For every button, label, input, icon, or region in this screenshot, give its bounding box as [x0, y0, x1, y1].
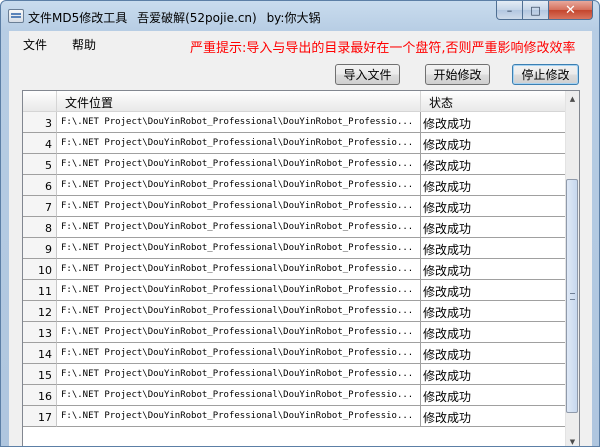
row-status[interactable]: 修改成功: [421, 301, 568, 322]
table-row[interactable]: 5 F:\.NET Project\DouYinRobot_Professiona…: [23, 154, 568, 175]
row-status[interactable]: 修改成功: [421, 175, 568, 196]
window-controls: – □ ✕: [496, 1, 593, 21]
row-index[interactable]: 7: [23, 196, 57, 217]
title-site: 吾爱破解(52pojie.cn): [137, 11, 257, 25]
minimize-button[interactable]: –: [496, 1, 523, 20]
row-index[interactable]: 5: [23, 154, 57, 175]
table-body: 3 F:\.NET Project\DouYinRobot_Professiona…: [23, 112, 568, 427]
title-bar[interactable]: 文件MD5修改工具 吾爱破解(52pojie.cn) by:你大锅 – □ ✕: [1, 1, 599, 31]
row-path[interactable]: F:\.NET Project\DouYinRobot_Professional…: [57, 112, 421, 133]
row-index[interactable]: 14: [23, 343, 57, 364]
row-status[interactable]: 修改成功: [421, 154, 568, 175]
row-path[interactable]: F:\.NET Project\DouYinRobot_Professional…: [57, 322, 421, 343]
table-row[interactable]: 11 F:\.NET Project\DouYinRobot_Profession…: [23, 280, 568, 301]
row-index[interactable]: 8: [23, 217, 57, 238]
row-index[interactable]: 12: [23, 301, 57, 322]
table-row[interactable]: 7 F:\.NET Project\DouYinRobot_Professiona…: [23, 196, 568, 217]
row-index[interactable]: 10: [23, 259, 57, 280]
row-path[interactable]: F:\.NET Project\DouYinRobot_Professional…: [57, 133, 421, 154]
row-path[interactable]: F:\.NET Project\DouYinRobot_Professional…: [57, 406, 421, 427]
row-index[interactable]: 16: [23, 385, 57, 406]
table-row[interactable]: 16 F:\.NET Project\DouYinRobot_Profession…: [23, 385, 568, 406]
column-header-status[interactable]: 状态: [421, 91, 568, 111]
scroll-up-arrow-icon[interactable]: ▲: [566, 91, 579, 106]
menu-file[interactable]: 文件: [9, 31, 58, 55]
maximize-button[interactable]: □: [523, 1, 549, 20]
close-button[interactable]: ✕: [549, 1, 593, 20]
row-path[interactable]: F:\.NET Project\DouYinRobot_Professional…: [57, 154, 421, 175]
row-status[interactable]: 修改成功: [421, 112, 568, 133]
row-index[interactable]: 4: [23, 133, 57, 154]
row-index[interactable]: 15: [23, 364, 57, 385]
table-row[interactable]: 15 F:\.NET Project\DouYinRobot_Profession…: [23, 364, 568, 385]
window-title: 文件MD5修改工具 吾爱破解(52pojie.cn) by:你大锅: [28, 9, 326, 26]
scrollbar-thumb[interactable]: [566, 179, 578, 413]
table-row[interactable]: 3 F:\.NET Project\DouYinRobot_Professiona…: [23, 112, 568, 133]
vertical-scrollbar[interactable]: ▲ ▼: [565, 91, 579, 446]
row-status[interactable]: 修改成功: [421, 343, 568, 364]
row-status[interactable]: 修改成功: [421, 322, 568, 343]
row-path[interactable]: F:\.NET Project\DouYinRobot_Professional…: [57, 280, 421, 301]
row-status[interactable]: 修改成功: [421, 238, 568, 259]
table-row[interactable]: 9 F:\.NET Project\DouYinRobot_Professiona…: [23, 238, 568, 259]
row-index[interactable]: 9: [23, 238, 57, 259]
row-status[interactable]: 修改成功: [421, 280, 568, 301]
row-status[interactable]: 修改成功: [421, 385, 568, 406]
row-index[interactable]: 13: [23, 322, 57, 343]
warning-text: 严重提示:导入与导出的目录最好在一个盘符,否则严重影响修改效率: [190, 41, 576, 56]
row-index[interactable]: 11: [23, 280, 57, 301]
row-index[interactable]: 3: [23, 112, 57, 133]
table-row[interactable]: 13 F:\.NET Project\DouYinRobot_Profession…: [23, 322, 568, 343]
row-path[interactable]: F:\.NET Project\DouYinRobot_Professional…: [57, 217, 421, 238]
stop-modify-button[interactable]: 停止修改: [512, 64, 579, 85]
row-path[interactable]: F:\.NET Project\DouYinRobot_Professional…: [57, 364, 421, 385]
row-status[interactable]: 修改成功: [421, 196, 568, 217]
row-path[interactable]: F:\.NET Project\DouYinRobot_Professional…: [57, 196, 421, 217]
row-path[interactable]: F:\.NET Project\DouYinRobot_Professional…: [57, 301, 421, 322]
start-modify-button[interactable]: 开始修改: [425, 64, 490, 85]
row-path[interactable]: F:\.NET Project\DouYinRobot_Professional…: [57, 259, 421, 280]
menu-bar: 文件 帮助: [9, 31, 107, 55]
title-author: by:你大锅: [266, 11, 321, 25]
row-path[interactable]: F:\.NET Project\DouYinRobot_Professional…: [57, 343, 421, 364]
row-path[interactable]: F:\.NET Project\DouYinRobot_Professional…: [57, 385, 421, 406]
table-header: 文件位置 状态: [23, 91, 568, 112]
file-table[interactable]: 文件位置 状态 3 F:\.NET Project\DouYinRobot_Pro…: [22, 90, 580, 446]
row-path[interactable]: F:\.NET Project\DouYinRobot_Professional…: [57, 238, 421, 259]
menu-help[interactable]: 帮助: [58, 31, 107, 55]
row-status[interactable]: 修改成功: [421, 217, 568, 238]
table-row[interactable]: 17 F:\.NET Project\DouYinRobot_Profession…: [23, 406, 568, 427]
table-row[interactable]: 12 F:\.NET Project\DouYinRobot_Profession…: [23, 301, 568, 322]
row-status[interactable]: 修改成功: [421, 133, 568, 154]
app-window-icon: [8, 9, 24, 23]
scroll-down-arrow-icon[interactable]: ▼: [566, 434, 579, 446]
row-path[interactable]: F:\.NET Project\DouYinRobot_Professional…: [57, 175, 421, 196]
table-row[interactable]: 4 F:\.NET Project\DouYinRobot_Professiona…: [23, 133, 568, 154]
table-row[interactable]: 8 F:\.NET Project\DouYinRobot_Professiona…: [23, 217, 568, 238]
table-row[interactable]: 14 F:\.NET Project\DouYinRobot_Profession…: [23, 343, 568, 364]
row-status[interactable]: 修改成功: [421, 364, 568, 385]
column-header-path[interactable]: 文件位置: [57, 91, 421, 111]
row-index[interactable]: 6: [23, 175, 57, 196]
client-area: 文件 帮助 严重提示:导入与导出的目录最好在一个盘符,否则严重影响修改效率 导入…: [9, 31, 592, 446]
import-file-button[interactable]: 导入文件: [335, 64, 400, 85]
table-row[interactable]: 6 F:\.NET Project\DouYinRobot_Professiona…: [23, 175, 568, 196]
title-app-name: 文件MD5修改工具: [28, 11, 128, 25]
table-row[interactable]: 10 F:\.NET Project\DouYinRobot_Profession…: [23, 259, 568, 280]
row-index[interactable]: 17: [23, 406, 57, 427]
row-status[interactable]: 修改成功: [421, 406, 568, 427]
column-header-index[interactable]: [23, 91, 57, 111]
app-window: 文件MD5修改工具 吾爱破解(52pojie.cn) by:你大锅 – □ ✕ …: [0, 0, 600, 447]
row-status[interactable]: 修改成功: [421, 259, 568, 280]
